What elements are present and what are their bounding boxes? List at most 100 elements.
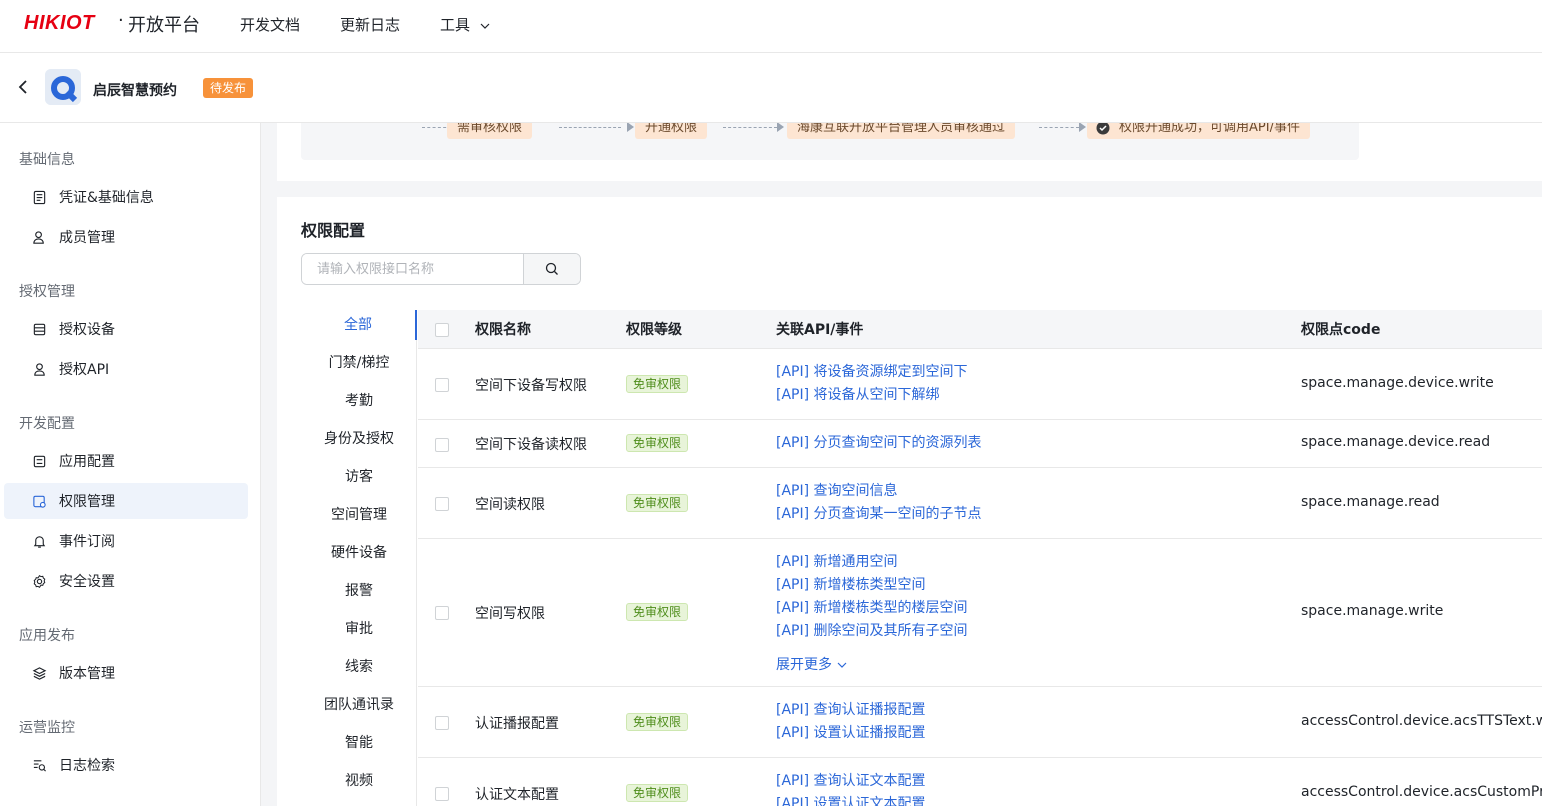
permission-code: accessControl.device.acsCustomPrompt: [1301, 784, 1542, 800]
api-link[interactable]: [API] 查询空间信息: [776, 480, 898, 503]
row-checkbox[interactable]: [435, 787, 449, 801]
gear-icon: [33, 574, 46, 588]
app-header: 启辰智慧预约 待发布: [0, 53, 1542, 123]
back-arrow-icon[interactable]: [16, 79, 32, 95]
row-checkbox[interactable]: [435, 438, 449, 452]
document-icon: [33, 190, 46, 204]
sidebar-item-credentials[interactable]: 凭证&基础信息: [4, 179, 248, 215]
level-tag: 免审权限: [626, 494, 689, 512]
sidebar-group-auth: 授权管理: [19, 284, 75, 300]
api-link[interactable]: [API] 查询认证播报配置: [776, 699, 926, 722]
app-config-icon: [33, 455, 46, 467]
level-tag: 免审权限: [626, 713, 689, 731]
category-alarm[interactable]: 报警: [301, 576, 417, 606]
api-link[interactable]: [API] 新增楼栋类型空间: [776, 574, 926, 597]
sidebar-item-logs[interactable]: 日志检索: [4, 747, 248, 783]
device-list-icon: [33, 323, 46, 335]
flow-connector: [723, 127, 777, 128]
api-link[interactable]: [API] 设置认证文本配置: [776, 793, 926, 806]
app-icon: [45, 69, 81, 105]
permission-code: accessControl.device.acsTTSText.write: [1301, 713, 1542, 729]
search-input[interactable]: [302, 254, 523, 284]
permission-code: space.manage.device.write: [1301, 375, 1494, 391]
sidebar-group-ops: 运营监控: [19, 720, 75, 736]
row-checkbox[interactable]: [435, 497, 449, 511]
column-header-level: 权限等级: [626, 322, 682, 338]
category-attendance[interactable]: 考勤: [301, 386, 417, 416]
table-row: 空间下设备读权限 免审权限 [API] 分页查询空间下的资源列表 space.m…: [418, 420, 1542, 468]
category-leads[interactable]: 线索: [301, 652, 417, 682]
category-visitor[interactable]: 访客: [301, 462, 417, 492]
expand-more-link[interactable]: 展开更多: [776, 654, 848, 674]
permission-name: 认证文本配置: [475, 787, 559, 803]
level-tag: 免审权限: [626, 603, 689, 621]
sidebar-item-events[interactable]: 事件订阅: [4, 523, 248, 559]
check-circle-icon: [1096, 123, 1110, 135]
sidebar-item-label: 日志检索: [59, 758, 115, 774]
permission-code: space.manage.read: [1301, 494, 1440, 510]
logo-separator: ·: [118, 10, 124, 31]
sidebar-item-security[interactable]: 安全设置: [4, 563, 248, 599]
sidebar-item-auth-devices[interactable]: 授权设备: [4, 311, 248, 347]
sidebar-item-app-config[interactable]: 应用配置: [4, 443, 248, 479]
category-approval[interactable]: 审批: [301, 614, 417, 644]
category-access-control[interactable]: 门禁/梯控: [301, 348, 417, 378]
flow-arrow-icon: [627, 123, 634, 132]
permission-icon: [33, 495, 46, 508]
category-smart[interactable]: 智能: [301, 728, 417, 758]
category-identity[interactable]: 身份及授权: [301, 424, 417, 454]
main-content: 需审核权限 开通权限 海康互联开放平台管理人员审核通过 权限开通成功，可调用AP…: [261, 123, 1542, 806]
sidebar-item-label: 授权API: [59, 362, 110, 378]
hikiot-logo[interactable]: HIKIOT: [24, 12, 95, 35]
api-link[interactable]: [API] 删除空间及其所有子空间: [776, 620, 968, 643]
sidebar-item-members[interactable]: 成员管理: [4, 219, 248, 255]
sidebar-item-permissions[interactable]: 权限管理: [4, 483, 248, 519]
row-checkbox[interactable]: [435, 606, 449, 620]
api-link[interactable]: [API] 查询认证文本配置: [776, 770, 926, 793]
nav-tools[interactable]: 工具: [440, 14, 491, 35]
sidebar: 基础信息 凭证&基础信息 成员管理 授权管理 授权设备 授权API 开发配置 应…: [0, 123, 261, 806]
layers-icon: [32, 666, 47, 680]
category-all[interactable]: 全部: [301, 310, 417, 340]
nav-changelog[interactable]: 更新日志: [340, 14, 400, 35]
category-space[interactable]: 空间管理: [301, 500, 417, 530]
nav-dev-docs[interactable]: 开发文档: [240, 14, 300, 35]
select-all-checkbox[interactable]: [435, 323, 449, 337]
nav-tools-label: 工具: [440, 16, 471, 34]
api-link[interactable]: [API] 分页查询空间下的资源列表: [776, 432, 982, 455]
permission-name: 空间读权限: [475, 497, 545, 513]
row-checkbox[interactable]: [435, 716, 449, 730]
category-video[interactable]: 视频: [301, 766, 417, 796]
api-link[interactable]: [API] 将设备从空间下解绑: [776, 384, 940, 407]
flow-step-approve: 海康互联开放平台管理人员审核通过: [787, 123, 1016, 139]
status-badge: 待发布: [203, 78, 254, 98]
category-hardware[interactable]: 硬件设备: [301, 538, 417, 568]
permission-table: 权限名称 权限等级 关联API/事件 权限点code 空间下设备写权限 免审权限…: [418, 310, 1542, 806]
row-checkbox[interactable]: [435, 378, 449, 392]
sidebar-group-basic: 基础信息: [19, 152, 75, 168]
api-link[interactable]: [API] 设置认证播报配置: [776, 722, 926, 745]
sidebar-item-versions[interactable]: 版本管理: [4, 655, 248, 691]
api-link[interactable]: [API] 新增楼栋类型的楼层空间: [776, 597, 968, 620]
platform-title[interactable]: 开放平台: [128, 11, 200, 37]
chevron-down-icon: [838, 662, 847, 668]
sidebar-group-release: 应用发布: [19, 628, 75, 644]
api-link[interactable]: [API] 分页查询某一空间的子节点: [776, 503, 982, 526]
level-tag: 免审权限: [626, 375, 689, 393]
api-link[interactable]: [API] 将设备资源绑定到空间下: [776, 361, 968, 384]
flow-connector: [1039, 127, 1079, 128]
sidebar-item-label: 事件订阅: [59, 534, 115, 550]
api-link[interactable]: [API] 新增通用空间: [776, 551, 898, 574]
flow-diagram: 需审核权限 开通权限 海康互联开放平台管理人员审核通过 权限开通成功，可调用AP…: [301, 123, 1359, 160]
search-button[interactable]: [523, 254, 580, 284]
sidebar-item-auth-api[interactable]: 授权API: [4, 351, 248, 387]
column-header-api: 关联API/事件: [776, 322, 864, 338]
category-contacts[interactable]: 团队通讯录: [301, 690, 417, 720]
column-header-code: 权限点code: [1301, 322, 1381, 338]
permission-name: 空间下设备读权限: [475, 437, 587, 453]
user-api-icon: [34, 362, 45, 376]
section-title: 权限配置: [301, 221, 366, 240]
flow-arrow-icon: [1079, 123, 1086, 132]
members-icon: [33, 230, 44, 244]
sidebar-item-label: 权限管理: [59, 494, 115, 510]
